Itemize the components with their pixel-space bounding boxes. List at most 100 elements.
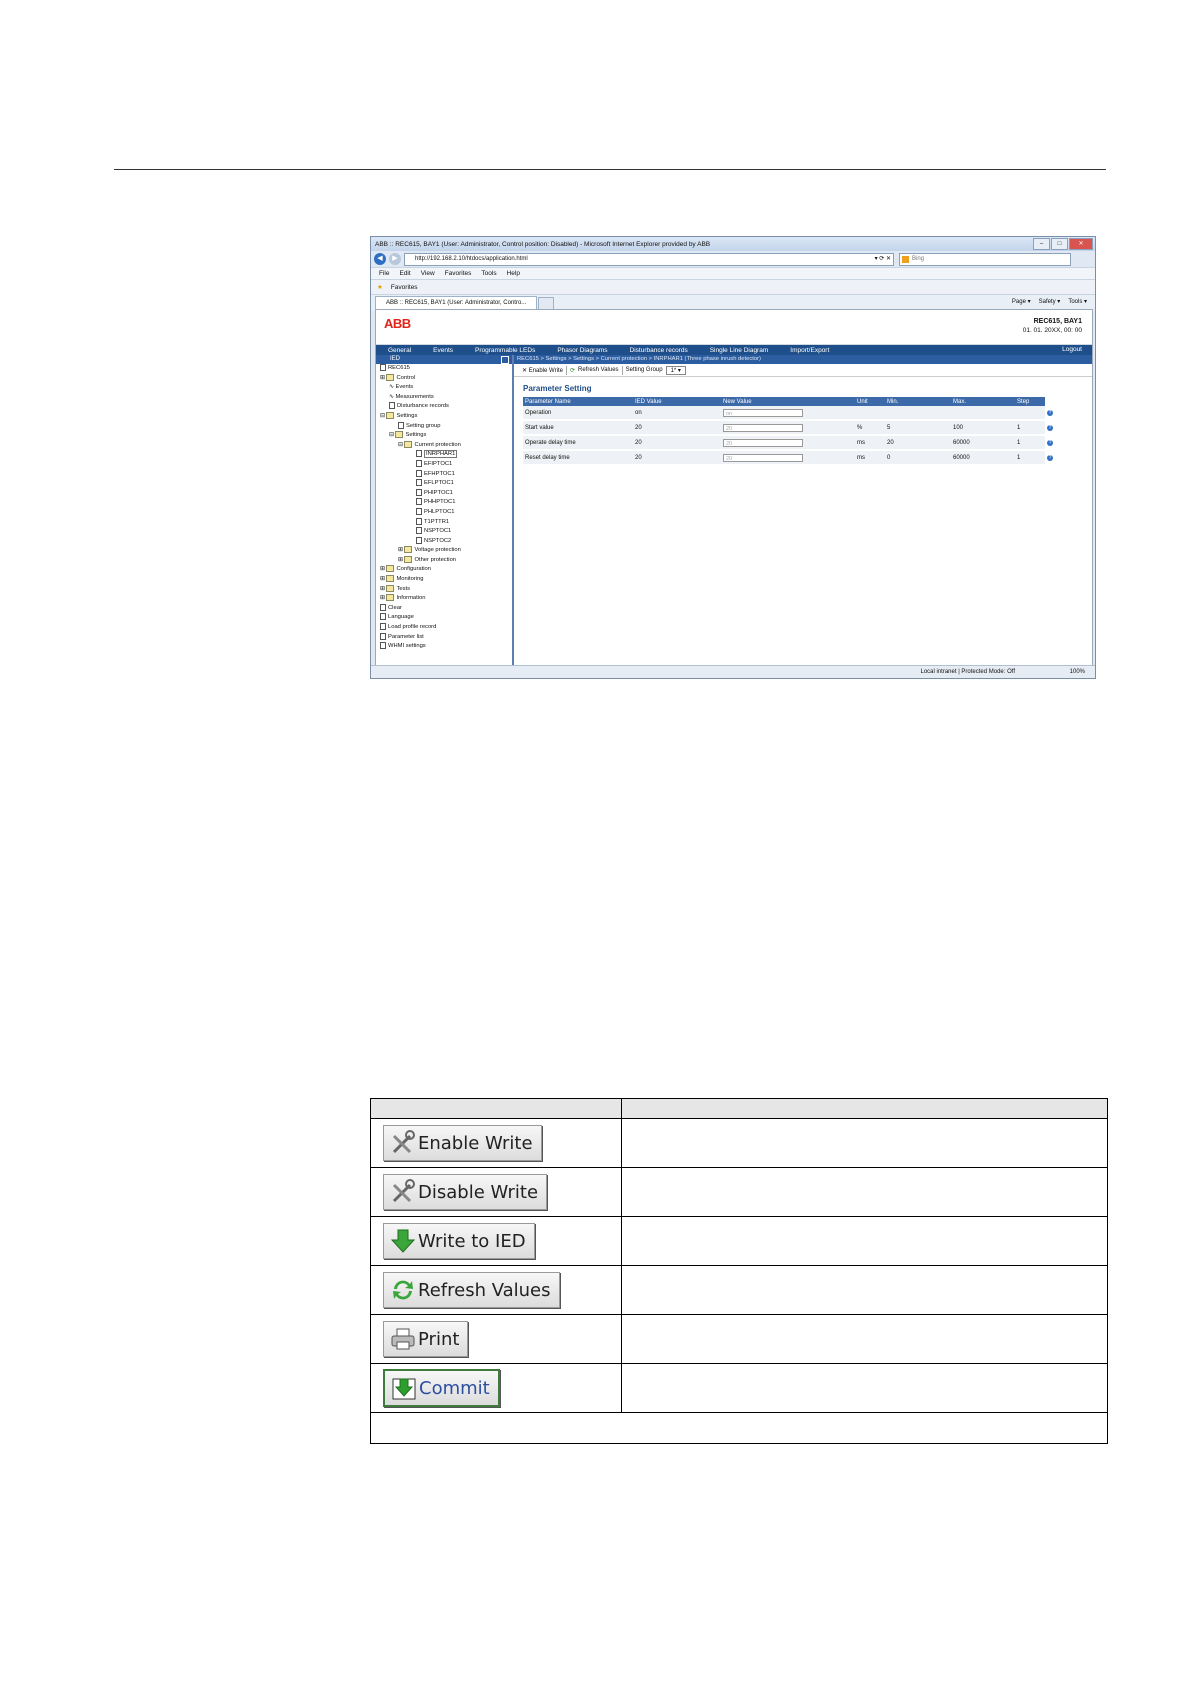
- menu-item[interactable]: Edit: [399, 270, 410, 277]
- commit-button[interactable]: Commit: [383, 1369, 500, 1407]
- bing-icon: [902, 255, 909, 263]
- tree-item[interactable]: EFLPTOC1: [376, 479, 512, 489]
- document-icon: [416, 479, 422, 487]
- tree-item[interactable]: NSPTOC1: [376, 527, 512, 537]
- button-label: Enable Write: [418, 1132, 533, 1154]
- tree-item[interactable]: EFIPTOC1: [376, 459, 512, 470]
- disable-write-button[interactable]: Disable Write: [383, 1174, 548, 1210]
- tree-item[interactable]: EFHPTOC1: [376, 469, 512, 480]
- write-to-ied-button[interactable]: Write to IED: [383, 1223, 535, 1259]
- tree-item[interactable]: ⊟ Settings: [376, 431, 512, 441]
- nav-item[interactable]: Import/Export: [790, 347, 829, 354]
- tree-item[interactable]: NSPTOC2: [376, 536, 512, 547]
- search-input[interactable]: Bing: [899, 252, 1071, 266]
- favorites-star-icon[interactable]: ★: [377, 283, 383, 291]
- tree-item[interactable]: ⊞ Information: [376, 594, 512, 604]
- new-tab-button[interactable]: [538, 296, 554, 310]
- column-header: Parameter Name: [523, 397, 633, 406]
- back-icon[interactable]: ◀: [374, 253, 386, 265]
- tree-item-label: NSPTOC2: [424, 537, 452, 544]
- window-title: ABB :: REC615, BAY1 (User: Administrator…: [375, 240, 711, 248]
- tree-item[interactable]: ⊞ Tests: [376, 584, 512, 595]
- setting-group-select[interactable]: 1* ▾: [665, 365, 686, 375]
- tree-item[interactable]: Setting group: [376, 421, 512, 432]
- menu-item[interactable]: Tools: [481, 270, 496, 277]
- help-icon[interactable]: ?: [1047, 409, 1053, 416]
- tree-item-label: Monitoring: [396, 576, 424, 583]
- tree-item[interactable]: PHHPTOC1: [376, 498, 512, 508]
- nav-item[interactable]: Single Line Diagram: [710, 347, 769, 354]
- description-cell: [621, 1314, 1108, 1364]
- maximize-icon[interactable]: □: [1051, 238, 1068, 250]
- nav-item[interactable]: Programmable LEDs: [475, 347, 535, 354]
- enable-write-button[interactable]: ✕ Enable Write: [522, 367, 563, 374]
- table-row: Print: [370, 1314, 1108, 1364]
- tree-item[interactable]: ⊟ Settings: [376, 411, 512, 422]
- help-icon[interactable]: ?: [1047, 439, 1053, 446]
- tree-item[interactable]: INRPHAR1: [376, 450, 512, 460]
- refresh-values-button[interactable]: Refresh Values: [383, 1272, 560, 1308]
- new-value-input[interactable]: 20: [723, 438, 803, 447]
- tree-item[interactable]: PHIPTOC1: [376, 488, 512, 499]
- favorites-bar: ★ Favorites: [371, 279, 1095, 294]
- nav-item[interactable]: Events: [433, 347, 453, 354]
- menu-item[interactable]: Favorites: [445, 270, 472, 277]
- tree-item-label: Tests: [396, 585, 410, 592]
- nav-item[interactable]: Phasor Diagrams: [557, 347, 607, 354]
- enable-write-button[interactable]: Enable Write: [383, 1125, 542, 1161]
- command-item[interactable]: Page ▾: [1012, 298, 1031, 305]
- cell-ied: 20: [633, 450, 721, 466]
- forward-icon[interactable]: ▶: [389, 253, 401, 265]
- command-item[interactable]: Tools ▾: [1068, 298, 1087, 305]
- print-button[interactable]: Print: [383, 1321, 469, 1357]
- new-value-input[interactable]: on: [723, 408, 803, 417]
- menu-item[interactable]: File: [379, 270, 389, 277]
- command-item[interactable]: Safety ▾: [1039, 298, 1061, 305]
- tree-item[interactable]: ⊞ Configuration: [376, 565, 512, 575]
- nav-item[interactable]: General: [388, 347, 411, 354]
- tree-item[interactable]: T1PTTR1: [376, 517, 512, 528]
- tree-item[interactable]: ⊞ Control: [376, 373, 512, 384]
- cell-max: 60000: [951, 435, 1015, 451]
- tree-item[interactable]: ∿ Events: [376, 383, 512, 393]
- help-icon[interactable]: ?: [1047, 424, 1053, 431]
- button-label: Disable Write: [418, 1181, 539, 1203]
- address-input[interactable]: http://192.168.2.10/htdocs/application.h…: [404, 252, 894, 266]
- tree-item[interactable]: Parameter list: [376, 632, 512, 643]
- tree-item[interactable]: REC615: [376, 364, 512, 374]
- button-label: Commit: [419, 1377, 490, 1399]
- tree-item[interactable]: ⊞ Monitoring: [376, 575, 512, 585]
- tree-item[interactable]: Language: [376, 613, 512, 623]
- abb-logo: ABB: [384, 316, 411, 331]
- close-icon[interactable]: ✕: [1069, 238, 1093, 250]
- folder-icon: [404, 546, 413, 554]
- new-value-input[interactable]: 20: [723, 453, 803, 462]
- tree-item[interactable]: PHLPTOC1: [376, 507, 512, 518]
- table-row: Commit: [370, 1363, 1108, 1413]
- refresh-values-button[interactable]: ⟳: [570, 367, 575, 374]
- menu-item[interactable]: Help: [507, 270, 520, 277]
- tree-item[interactable]: Load profile record: [376, 623, 512, 633]
- tree-item-label: WHMI settings: [388, 643, 426, 650]
- logout-link[interactable]: Logout: [1062, 346, 1082, 353]
- favorites-label[interactable]: Favorites: [391, 284, 418, 291]
- tree-item[interactable]: WHMI settings: [376, 642, 512, 652]
- minimize-icon[interactable]: –: [1033, 238, 1050, 250]
- tree-item-label: Events: [395, 384, 414, 391]
- tree-item[interactable]: ⊞ Other protection: [376, 555, 512, 566]
- help-icon[interactable]: ?: [1047, 454, 1053, 461]
- tree-item[interactable]: ⊟ Current protection: [376, 440, 512, 451]
- document-icon: [380, 623, 386, 631]
- tree-item[interactable]: ⊞ Voltage protection: [376, 546, 512, 556]
- nav-item[interactable]: Disturbance records: [630, 347, 688, 354]
- new-value-input[interactable]: 20: [723, 423, 803, 432]
- browser-tab[interactable]: ABB :: REC615, BAY1 (User: Administrator…: [375, 296, 537, 310]
- collapse-pane-icon[interactable]: [501, 356, 509, 364]
- tree-item[interactable]: Clear: [376, 603, 512, 614]
- tree-item[interactable]: ∿ Measurements: [376, 393, 512, 403]
- tree-item-label: Voltage protection: [414, 547, 461, 554]
- tree-item[interactable]: Disturbance records: [376, 402, 512, 412]
- zoom-level[interactable]: 100%: [1070, 666, 1085, 678]
- menu-item[interactable]: View: [421, 270, 435, 277]
- tree-item-label: Clear: [388, 604, 402, 611]
